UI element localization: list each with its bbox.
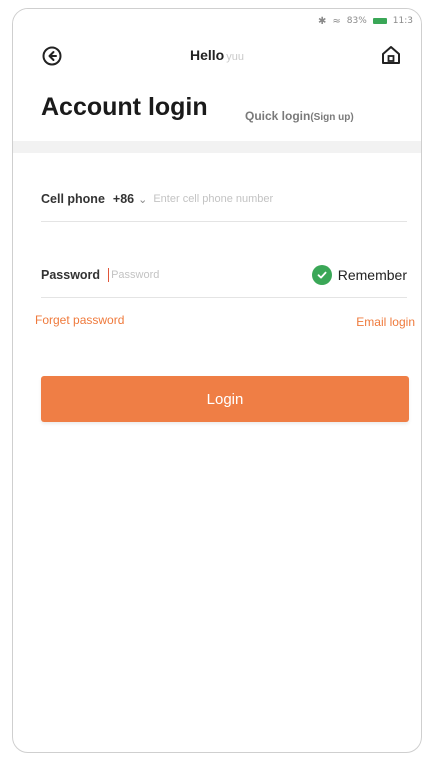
bluetooth-icon: ✱ — [317, 15, 327, 27]
page-title-suffix: yuu — [226, 51, 244, 63]
forget-password-link[interactable]: Forget password — [35, 313, 124, 327]
battery-percent: 83% — [346, 16, 367, 26]
tab-quick-login-label: Quick login — [245, 109, 311, 123]
tab-quick-login[interactable]: Quick login(Sign up) — [245, 109, 354, 123]
country-code-select[interactable]: +86 — [113, 192, 134, 206]
password-label: Password — [41, 268, 101, 282]
status-time: 11:3 — [392, 16, 413, 26]
phone-label: Cell phone — [41, 192, 105, 206]
phone-row: Cell phone +86 ⌄ — [41, 177, 407, 222]
section-divider — [13, 141, 421, 153]
password-row: Password Remember — [41, 253, 407, 298]
text-cursor — [108, 268, 110, 282]
home-icon — [382, 46, 400, 64]
wifi-icon: ≈ — [332, 15, 341, 27]
password-input[interactable] — [111, 269, 312, 281]
email-login-link[interactable]: Email login — [356, 315, 415, 329]
chevron-down-icon[interactable]: ⌄ — [138, 193, 147, 206]
remember-label: Remember — [337, 267, 407, 283]
phone-input[interactable] — [153, 193, 407, 205]
check-circle-icon — [311, 265, 332, 285]
tab-account-login[interactable]: Account login — [41, 93, 208, 122]
remember-toggle[interactable]: Remember — [311, 265, 407, 285]
status-bar: ✱ ≈ 83% 11:3 — [318, 11, 413, 31]
password-field-wrap — [108, 268, 312, 282]
login-button[interactable]: Login — [41, 376, 409, 422]
page-title: Hello yuu — [13, 47, 421, 63]
battery-icon — [372, 18, 387, 24]
page-title-text: Hello — [190, 47, 225, 63]
tab-quick-login-suffix: (Sign up) — [310, 112, 354, 123]
home-button[interactable] — [379, 43, 403, 67]
header: ✱ ≈ 83% 11:3 Hello yuu Account login Quic… — [13, 9, 421, 142]
phone-screen: ✱ ≈ 83% 11:3 Hello yuu Account login Quic… — [12, 8, 422, 753]
